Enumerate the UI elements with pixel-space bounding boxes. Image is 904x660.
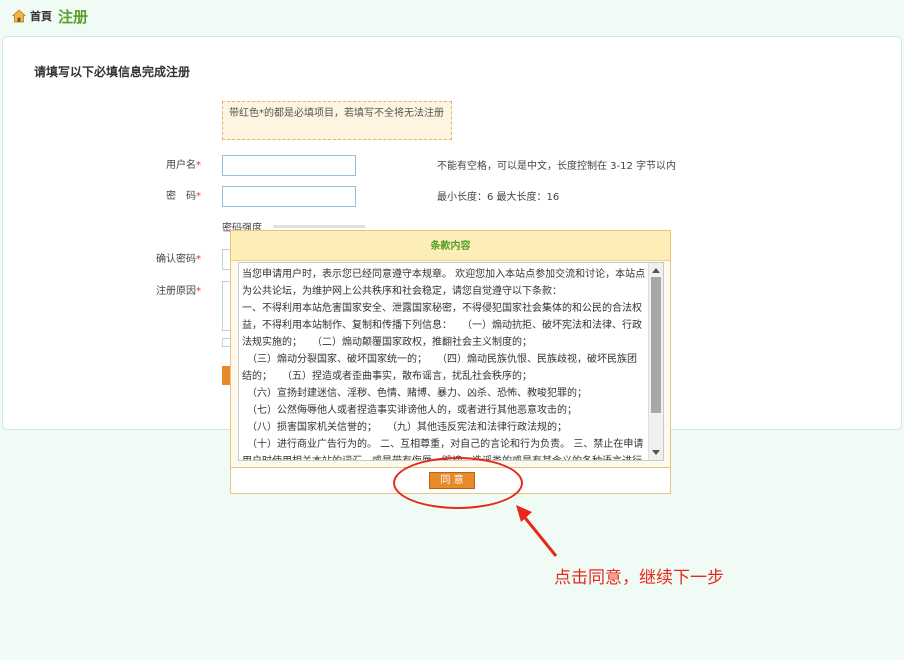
password-label: 密 码*: [166, 191, 201, 202]
reason-label: 注册原因*: [156, 286, 201, 297]
required-mark: *: [196, 254, 201, 265]
annotation-text: 点击同意，继续下一步: [554, 568, 724, 588]
scroll-up-icon[interactable]: [652, 268, 660, 273]
page-title: 注册: [58, 7, 89, 26]
scrollbar-thumb[interactable]: [651, 277, 661, 413]
highlight-ellipse: [393, 457, 523, 509]
required-notice: 带红色*的都是必填项目，若填写不全将无法注册: [222, 101, 452, 140]
terms-dialog-title: 条款内容: [231, 231, 670, 261]
password-input[interactable]: [222, 186, 356, 207]
password-hint: 最小长度：6 最大长度：16: [437, 192, 560, 203]
confirm-password-label: 确认密码*: [156, 254, 201, 265]
terms-scrollbar[interactable]: [648, 263, 663, 460]
password-strength-bar: [273, 225, 365, 228]
home-icon[interactable]: [12, 9, 26, 23]
required-mark: *: [196, 286, 201, 297]
username-input[interactable]: [222, 155, 356, 176]
required-mark: *: [196, 191, 201, 202]
username-hint: 不能有空格，可以是中文，长度控制在 3-12 字节以内: [437, 161, 677, 172]
terms-dialog: 条款内容 当您申请用户时，表示您已经同意遵守本规章。 欢迎您加入本站点参加交流和…: [230, 230, 671, 494]
username-label: 用户名*: [166, 160, 201, 171]
terms-scroll-area[interactable]: 当您申请用户时，表示您已经同意遵守本规章。 欢迎您加入本站点参加交流和讨论，本站…: [238, 262, 664, 461]
annotation-arrow-icon: [516, 505, 558, 557]
breadcrumb-home-link[interactable]: 首頁: [30, 8, 52, 24]
breadcrumb: 首頁 注册: [0, 0, 904, 32]
required-mark: *: [196, 160, 201, 171]
terms-text: 当您申请用户时，表示您已经同意遵守本规章。 欢迎您加入本站点参加交流和讨论，本站…: [242, 269, 646, 460]
form-title: 请填写以下必填信息完成注册: [34, 65, 191, 79]
scroll-down-icon[interactable]: [652, 450, 660, 455]
